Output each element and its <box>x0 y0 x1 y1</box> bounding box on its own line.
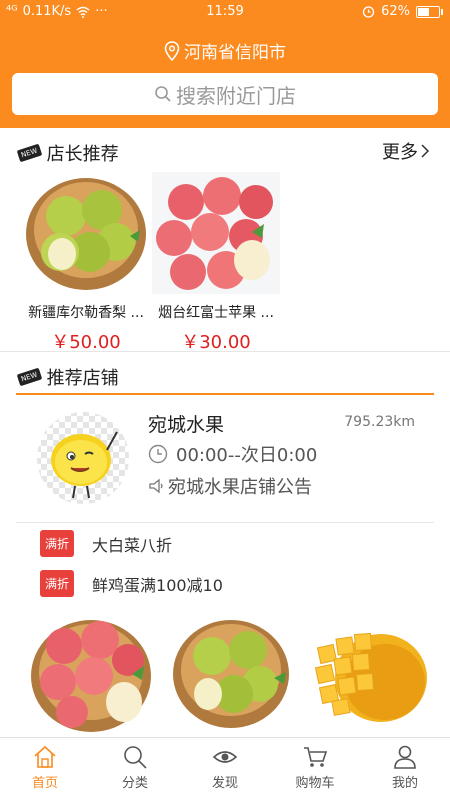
product-name: 新疆库尔勒香梨 ... <box>28 305 144 321</box>
location-selector[interactable]: 河南省信阳市 <box>0 38 450 63</box>
section-underline <box>16 393 434 395</box>
tab-cart[interactable]: 购物车 <box>270 738 360 801</box>
store-divider <box>16 522 434 523</box>
search-icon <box>124 746 147 769</box>
tab-label: 分类 <box>121 776 148 791</box>
search-icon <box>155 86 171 102</box>
tab-label: 首页 <box>31 776 58 791</box>
battery-icon <box>416 5 443 18</box>
recommended-stores-title: NEW 推荐店铺 <box>16 364 119 390</box>
status-right: 62% <box>362 4 443 19</box>
header: ⁴ᴳ 0.11K/s ··· 11:59 62% 河南省信阳市 搜索附近门店 <box>0 0 450 128</box>
tab-bar: 首页 分类 发现 购物车 我的 <box>0 737 450 801</box>
promo-text: 大白菜八折 <box>92 535 173 555</box>
user-icon <box>394 745 416 769</box>
status-bar: ⁴ᴳ 0.11K/s ··· 11:59 62% <box>0 0 450 24</box>
promo-row: 满折 鲜鸡蛋满100减10 <box>40 570 223 597</box>
store-hours: 00:00--次日0:00 <box>148 441 317 467</box>
product-name: 烟台红富士苹果 ... <box>158 305 274 321</box>
tab-label: 购物车 <box>295 776 335 791</box>
new-badge: NEW <box>16 367 42 387</box>
product-card-pear[interactable]: 新疆库尔勒香梨 ... ￥50.00 <box>22 172 150 354</box>
eye-icon <box>212 751 238 763</box>
more-link[interactable]: 更多 <box>382 138 430 164</box>
location-text: 河南省信阳市 <box>184 43 286 63</box>
alarm-icon <box>362 6 375 18</box>
apple-image <box>152 172 280 294</box>
tab-home[interactable]: 首页 <box>0 738 90 801</box>
promo-text: 鲜鸡蛋满100减10 <box>92 575 223 595</box>
cart-icon <box>304 747 328 767</box>
new-badge: NEW <box>16 143 42 163</box>
apple-basket-image[interactable] <box>28 612 154 734</box>
store-name: 宛城水果 <box>148 414 225 436</box>
store-notice-text: 宛城水果店铺公告 <box>168 477 312 498</box>
location-pin-icon <box>164 40 180 61</box>
manager-recommend-title: NEW 店长推荐 <box>16 140 119 166</box>
section-title-text: 店长推荐 <box>46 144 119 165</box>
pear-basket-image <box>22 172 150 294</box>
battery-percent: 62% <box>381 4 410 19</box>
promo-badge: 满折 <box>40 570 75 597</box>
product-card-apple[interactable]: 烟台红富士苹果 ... ￥30.00 <box>152 172 280 354</box>
promo-badge: 满折 <box>40 530 75 557</box>
mango-image[interactable] <box>305 612 431 734</box>
search-placeholder: 搜索附近门店 <box>176 83 296 108</box>
tab-discover[interactable]: 发现 <box>180 738 270 801</box>
tab-category[interactable]: 分类 <box>90 738 180 801</box>
chevron-right-icon <box>421 144 430 158</box>
home-icon <box>34 745 56 768</box>
store-avatar <box>37 412 129 504</box>
search-input[interactable]: 搜索附近门店 <box>12 73 438 115</box>
store-hours-text: 00:00--次日0:00 <box>176 445 318 466</box>
speaker-icon <box>149 478 163 494</box>
tab-label: 我的 <box>391 776 418 791</box>
store-notice: 宛城水果店铺公告 <box>148 473 312 499</box>
clock-icon <box>148 444 168 464</box>
tab-profile[interactable]: 我的 <box>360 738 450 801</box>
more-label: 更多 <box>382 142 418 163</box>
section-title-text: 推荐店铺 <box>46 368 119 389</box>
promo-row: 满折 大白菜八折 <box>40 530 172 557</box>
pear-basket-image[interactable] <box>168 612 294 734</box>
store-distance: 795.23km <box>344 414 415 430</box>
tab-label: 发现 <box>211 776 238 791</box>
section-divider <box>0 351 450 352</box>
